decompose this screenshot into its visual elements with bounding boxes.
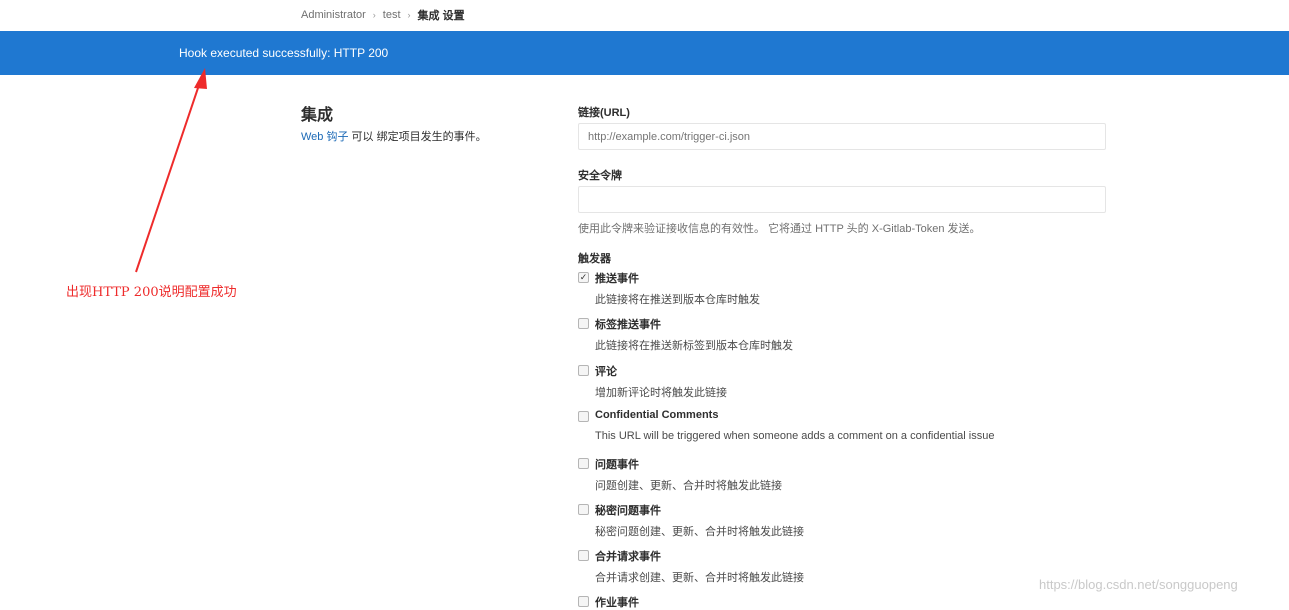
- trigger-label: Confidential Comments: [595, 409, 719, 421]
- confidential-issues-events-checkbox[interactable]: [578, 504, 589, 515]
- chevron-right-icon: ›: [372, 10, 376, 20]
- trigger-label: 合并请求事件: [595, 551, 661, 563]
- token-label: 安全令牌: [578, 170, 622, 182]
- trigger-description: 秘密问题创建、更新、合并时将触发此链接: [595, 526, 804, 538]
- breadcrumb: Administrator › test › 集成 设置: [301, 0, 465, 30]
- trigger-description: 合并请求创建、更新、合并时将触发此链接: [595, 572, 804, 584]
- merge-request-events-checkbox[interactable]: [578, 550, 589, 561]
- section-description: Web 钩子 可以 绑定项目发生的事件。: [301, 128, 487, 144]
- job-events-checkbox[interactable]: [578, 596, 589, 607]
- webhooks-link[interactable]: Web 钩子: [301, 131, 348, 143]
- section-title: 集成: [301, 107, 334, 124]
- breadcrumb-item-project[interactable]: test: [383, 9, 401, 21]
- tag-push-events-checkbox[interactable]: [578, 318, 589, 329]
- trigger-label: 推送事件: [595, 273, 639, 285]
- trigger-description: 增加新评论时将触发此链接: [595, 387, 727, 399]
- breadcrumb-item-admin[interactable]: Administrator: [301, 9, 366, 21]
- trigger-description: This URL will be triggered when someone …: [595, 430, 995, 442]
- trigger-label: 秘密问题事件: [595, 505, 661, 517]
- chevron-right-icon: ›: [407, 10, 411, 20]
- trigger-description: 此链接将在推送到版本仓库时触发: [595, 294, 760, 306]
- trigger-label: 作业事件: [595, 597, 639, 609]
- breadcrumb-item-current[interactable]: 集成 设置: [418, 7, 465, 23]
- annotation-arrow-icon: [135, 68, 207, 273]
- trigger-label: 标签推送事件: [595, 319, 661, 331]
- annotation-text: 出现HTTP 200说明配置成功: [66, 285, 237, 300]
- triggers-heading: 触发器: [578, 253, 611, 265]
- trigger-label: 评论: [595, 366, 617, 378]
- comments-checkbox[interactable]: [578, 365, 589, 376]
- section-description-text: 可以 绑定项目发生的事件。: [348, 131, 487, 143]
- trigger-description: 此链接将在推送新标签到版本仓库时触发: [595, 340, 793, 352]
- secret-token-input[interactable]: [578, 186, 1106, 213]
- watermark: https://blog.csdn.net/songguopeng: [1039, 577, 1238, 592]
- url-label: 链接(URL): [578, 107, 630, 119]
- trigger-description: 问题创建、更新、合并时将触发此链接: [595, 480, 782, 492]
- trigger-label: 问题事件: [595, 459, 639, 471]
- push-events-checkbox[interactable]: ✓: [578, 272, 589, 283]
- issues-events-checkbox[interactable]: [578, 458, 589, 469]
- url-input[interactable]: [578, 123, 1106, 150]
- token-help-text: 使用此令牌来验证接收信息的有效性。 它将通过 HTTP 头的 X-Gitlab-…: [578, 223, 981, 235]
- confidential-comments-checkbox[interactable]: [578, 411, 589, 422]
